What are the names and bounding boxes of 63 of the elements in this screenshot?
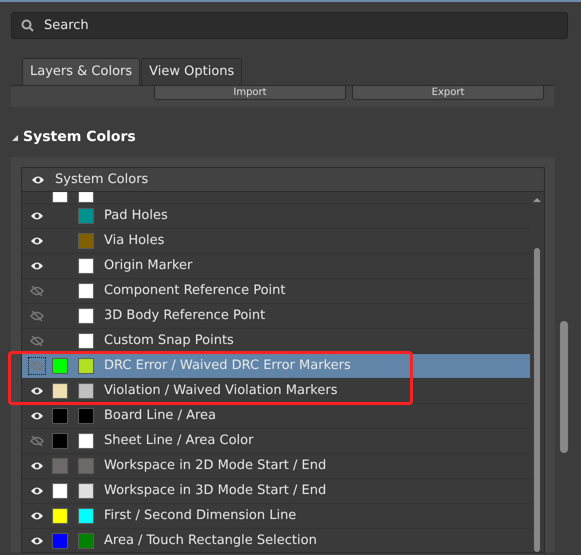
row-label: Workspace in 3D Mode Start / End xyxy=(104,482,326,500)
color-swatch[interactable] xyxy=(78,483,94,499)
color-swatch[interactable] xyxy=(52,483,68,499)
color-swatch[interactable] xyxy=(78,508,94,524)
color-swatch[interactable] xyxy=(52,408,68,424)
table-row[interactable]: Component Reference Point xyxy=(22,279,530,304)
color-swatch[interactable] xyxy=(52,458,68,474)
hidden-eye-icon[interactable] xyxy=(29,308,45,324)
color-swatch[interactable] xyxy=(78,283,94,299)
tab[interactable]: View Options xyxy=(141,58,242,85)
search-field[interactable]: Search xyxy=(11,12,568,39)
row-label: DRC Error / Waived DRC Error Markers xyxy=(104,357,351,376)
table-row[interactable]: Workspace in 3D Mode Start / End xyxy=(22,479,530,504)
color-swatch[interactable] xyxy=(78,233,94,249)
search-icon xyxy=(21,19,34,32)
row-label: Workspace in 2D Mode Start / End xyxy=(104,457,326,476)
row-label: Custom Snap Points xyxy=(104,332,234,350)
table-row[interactable]: First / Second Dimension Line xyxy=(22,504,530,529)
color-swatch[interactable] xyxy=(78,433,94,449)
action-button[interactable]: Export xyxy=(352,86,544,100)
color-swatch[interactable] xyxy=(78,308,94,324)
row-label: Board Line / Area xyxy=(104,407,216,426)
row-label: 3D Body Reference Point xyxy=(104,307,266,326)
row-label: First / Second Dimension Line xyxy=(104,507,296,526)
hidden-eye-icon[interactable] xyxy=(29,433,45,449)
table-row[interactable]: Via Holes xyxy=(22,229,530,254)
row-label: Sheet Line / Area Color xyxy=(104,432,254,450)
color-swatch[interactable] xyxy=(78,358,94,374)
color-swatch[interactable] xyxy=(52,358,68,374)
table-row[interactable]: Area / Touch Rectangle Selection xyxy=(22,529,530,552)
color-swatch[interactable] xyxy=(78,383,94,399)
color-swatch[interactable] xyxy=(78,408,94,424)
color-swatch[interactable] xyxy=(52,508,68,524)
row-label: Via Holes xyxy=(104,232,164,250)
table-row[interactable]: Board Line / Area xyxy=(22,404,530,429)
color-swatch[interactable] xyxy=(78,208,94,224)
scroll-up-icon[interactable] xyxy=(532,197,542,203)
table-header: System Colors xyxy=(55,170,148,189)
tab[interactable]: Layers & Colors xyxy=(22,58,140,85)
row-label: Area / Touch Rectangle Selection xyxy=(104,532,317,550)
table-row[interactable]: 3D Body Reference Point xyxy=(22,304,530,329)
color-swatch[interactable] xyxy=(78,458,94,474)
table-row[interactable]: Sheet Line / Area Color xyxy=(22,429,530,454)
color-swatch[interactable] xyxy=(78,258,94,274)
row-label: Pad Holes xyxy=(104,207,168,226)
hidden-eye-icon[interactable] xyxy=(29,333,45,349)
color-swatch[interactable] xyxy=(52,433,68,449)
color-swatch[interactable] xyxy=(52,533,68,549)
caret-icon[interactable] xyxy=(11,134,19,142)
row-label: Component Reference Point xyxy=(104,282,286,300)
eye-icon[interactable] xyxy=(31,174,45,184)
section-title: System Colors xyxy=(23,128,136,147)
table-row[interactable]: Pad Holes xyxy=(22,204,530,229)
table-row[interactable]: Origin Marker xyxy=(22,254,530,279)
table-row[interactable]: Violation / Waived Violation Markers xyxy=(22,379,530,404)
table-row[interactable]: Workspace in 2D Mode Start / End xyxy=(22,454,530,479)
color-swatch[interactable] xyxy=(78,333,94,349)
hidden-eye-icon[interactable] xyxy=(29,283,45,299)
action-button[interactable]: Import xyxy=(154,86,346,100)
color-swatch[interactable] xyxy=(52,383,68,399)
row-label: Violation / Waived Violation Markers xyxy=(104,382,338,400)
row-label: Origin Marker xyxy=(104,257,192,276)
color-swatch[interactable] xyxy=(78,533,94,549)
